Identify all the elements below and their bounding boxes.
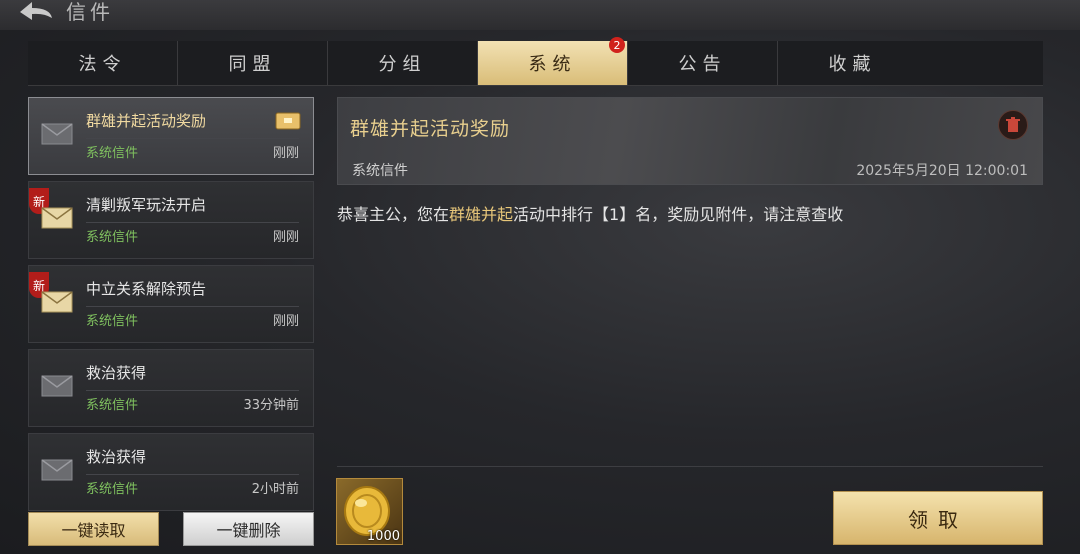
envelope-icon [41,207,73,229]
mail-detail-sender: 系统信件 [352,163,408,179]
divider [86,474,299,475]
attachment-quantity: 1000 [366,529,400,544]
attachment-chest-icon [275,112,301,130]
tab-label: 收藏 [828,54,877,75]
mail-type: 系统信件 [86,314,139,329]
unread-badge: 2 [609,37,625,53]
tab-group[interactable]: 分组 [328,41,478,85]
mail-type: 系统信件 [86,146,139,161]
mail-time: 刚刚 [272,146,299,161]
tab-label: 公告 [678,54,727,75]
mail-detail-body: 恭喜主公，您在群雄并起活动中排行【1】名，奖励见附件，请注意查收 [337,201,843,225]
mail-type: 系统信件 [86,482,139,497]
back-arrow-icon[interactable] [12,0,58,26]
mail-detail-header: 群雄并起活动奖励 系统信件 2025年5月20日 12:00:01 [337,97,1043,185]
divider [86,222,299,223]
mail-type: 系统信件 [86,230,139,245]
mail-list-item[interactable]: 新 清剿叛军玩法开启 系统信件 刚刚 [28,181,314,259]
divider [86,390,299,391]
tab-label: 系统 [528,54,577,75]
mail-time: 2小时前 [251,482,299,497]
tab-favorites[interactable]: 收藏 [778,41,927,85]
tab-bar: 法令 同盟 分组 系统 2 公告 收藏 [28,37,1043,86]
page-title: 信件 [66,0,114,24]
mail-subject: 中立关系解除预告 [86,280,207,298]
mail-list-item[interactable]: 新 中立关系解除预告 系统信件 刚刚 [28,265,314,343]
mail-detail-date: 2025年5月20日 12:00:01 [856,163,1028,179]
mail-detail-title: 群雄并起活动奖励 [350,118,511,140]
mail-list-item[interactable]: 救治获得 系统信件 33分钟前 [28,349,314,427]
tab-system[interactable]: 系统 2 [478,37,628,85]
tab-announcement[interactable]: 公告 [628,41,778,85]
mail-list-item[interactable]: 救治获得 系统信件 2小时前 [28,433,314,511]
divider [86,306,299,307]
mail-subject: 救治获得 [86,448,147,466]
envelope-open-icon [41,123,73,145]
mail-time: 33分钟前 [243,398,299,413]
delete-all-button[interactable]: 一键删除 [183,512,314,546]
claim-button[interactable]: 领取 [833,491,1043,545]
tab-label: 同盟 [228,54,277,75]
envelope-read-icon [41,459,73,481]
divider [337,466,1043,467]
body-text: 恭喜主公，您在 [337,205,450,224]
body-text: 活动中排行【1】名，奖励见附件，请注意查收 [513,205,844,224]
trash-icon [1006,117,1020,132]
divider [86,138,299,139]
mail-list-item[interactable]: 群雄并起活动奖励 系统信件 刚刚 [28,97,314,175]
mail-time: 刚刚 [272,314,299,329]
mail-time: 刚刚 [272,230,299,245]
tab-label: 分组 [378,54,427,75]
tab-decree[interactable]: 法令 [28,41,178,85]
envelope-read-icon [41,375,73,397]
mail-subject: 清剿叛军玩法开启 [86,196,207,214]
body-highlight: 群雄并起 [449,205,514,224]
envelope-icon [41,291,73,313]
mail-subject: 群雄并起活动奖励 [86,112,207,130]
tab-alliance[interactable]: 同盟 [178,41,328,85]
read-all-button[interactable]: 一键读取 [28,512,159,546]
delete-mail-button[interactable] [998,110,1028,140]
top-bar: 信件 [0,0,1080,30]
attachment-item[interactable]: 1000 [336,478,403,545]
mail-type: 系统信件 [86,398,139,413]
tab-label: 法令 [78,54,127,75]
mail-subject: 救治获得 [86,364,147,382]
